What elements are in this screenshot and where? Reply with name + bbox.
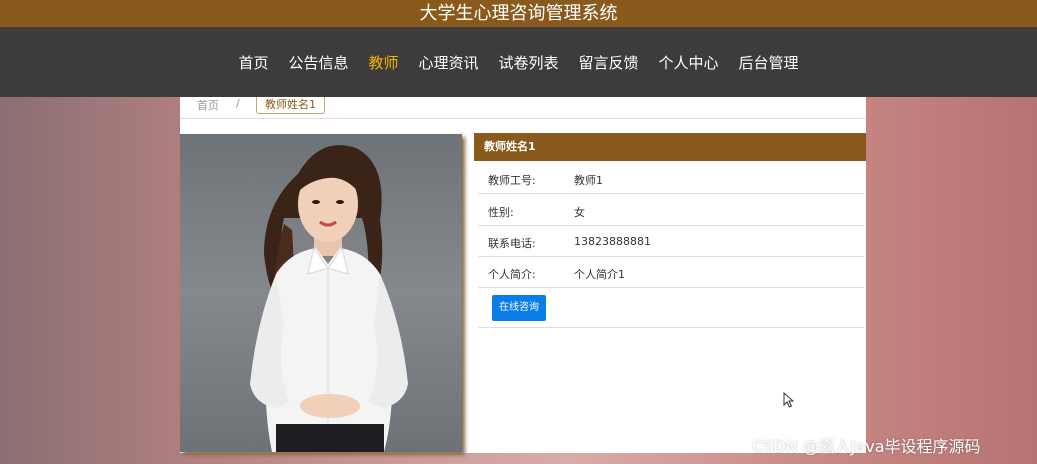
field-value: 女 — [574, 206, 585, 219]
nav-item-psych-news[interactable]: 心理资讯 — [418, 52, 478, 73]
site-title-bar: 大学生心理咨询管理系统 — [0, 0, 1037, 27]
breadcrumb: 首页 / 教师姓名1 — [180, 97, 866, 119]
teacher-photo — [180, 134, 462, 452]
breadcrumb-current: 教师姓名1 — [256, 97, 325, 114]
field-value: 教师1 — [574, 174, 603, 187]
field-label: 教师工号: — [488, 174, 536, 187]
main-nav: 首页 公告信息 教师 心理资讯 试卷列表 留言反馈 个人中心 后台管理 — [0, 27, 1037, 97]
nav-item-teachers[interactable]: 教师 — [368, 52, 398, 73]
nav-item-home[interactable]: 首页 — [238, 52, 268, 73]
field-row-bio: 个人简介: 个人简介1 — [478, 257, 864, 288]
field-value: 13823888881 — [574, 235, 651, 248]
teacher-detail-panel: 首页 / 教师姓名1 教师姓名1 教师工号: 教师1 性别: 女 联系电话: 1… — [180, 97, 866, 453]
field-row-phone: 联系电话: 13823888881 — [478, 226, 864, 257]
nav-item-feedback[interactable]: 留言反馈 — [579, 52, 639, 73]
field-value: 个人简介1 — [574, 268, 625, 281]
nav-item-exam-list[interactable]: 试卷列表 — [499, 52, 559, 73]
field-label: 联系电话: — [488, 237, 536, 250]
field-row-teacher-id: 教师工号: 教师1 — [478, 163, 864, 194]
action-row: 在线咨询 — [478, 289, 864, 328]
teacher-portrait-illustration — [250, 145, 408, 452]
watermark: CSDN @嘉人Java毕设程序源码 — [752, 437, 981, 456]
field-row-gender: 性别: 女 — [478, 195, 864, 226]
mouse-pointer-icon — [783, 392, 795, 408]
nav-item-announcements[interactable]: 公告信息 — [288, 52, 348, 73]
breadcrumb-separator: / — [236, 97, 240, 110]
site-title: 大学生心理咨询管理系统 — [419, 3, 618, 24]
online-consult-button[interactable]: 在线咨询 — [492, 295, 546, 321]
teacher-name-header: 教师姓名1 — [474, 133, 866, 161]
field-label: 个人简介: — [488, 268, 536, 281]
breadcrumb-home[interactable]: 首页 — [197, 97, 219, 113]
nav-item-user-center[interactable]: 个人中心 — [659, 52, 719, 73]
nav-item-admin[interactable]: 后台管理 — [739, 52, 799, 73]
field-label: 性别: — [488, 206, 514, 219]
